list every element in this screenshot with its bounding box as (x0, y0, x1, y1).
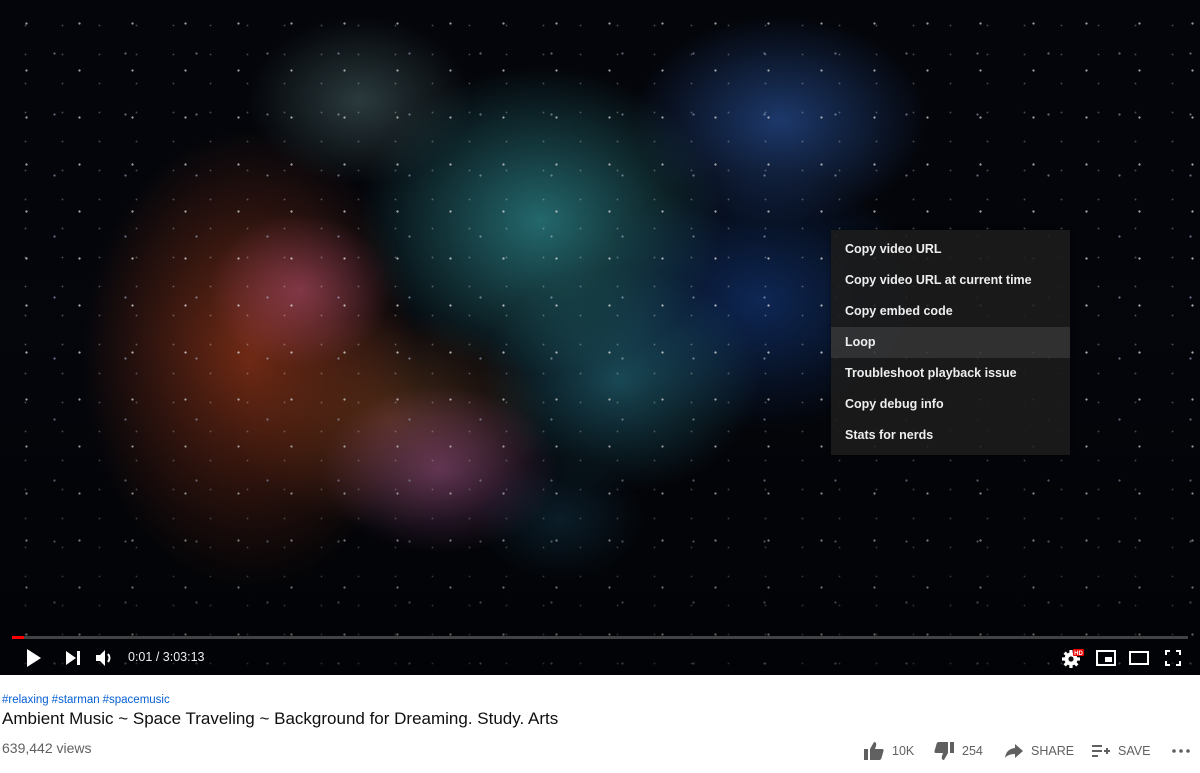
player-controls: 0:01 / 3:03:13 HD (0, 642, 1200, 674)
thumbs-up-icon (864, 742, 884, 760)
hashtag-list: #relaxing #starman #spacemusic (2, 694, 173, 706)
settings-icon: HD (1062, 649, 1084, 668)
player-context-menu: Copy video URL Copy video URL at current… (831, 230, 1070, 455)
more-actions-button[interactable] (1172, 741, 1190, 761)
view-count: 639,442 views (2, 740, 92, 756)
share-button[interactable]: SHARE (1005, 741, 1074, 761)
theater-mode-icon (1129, 651, 1149, 665)
play-icon (27, 649, 41, 667)
menu-item-copy-embed-code[interactable]: Copy embed code (831, 296, 1070, 327)
mute-button[interactable] (92, 642, 118, 674)
share-label: SHARE (1031, 744, 1075, 758)
volume-icon (96, 650, 111, 666)
time-display: 0:01 / 3:03:13 (128, 642, 204, 674)
hd-badge: HD (1074, 651, 1083, 657)
settings-button[interactable]: HD (1060, 642, 1086, 674)
progress-bar[interactable] (12, 636, 1188, 639)
duration: 3:03:13 (162, 650, 205, 664)
video-info: #relaxing #starman #spacemusic Ambient Mus… (0, 675, 1200, 773)
playlist-add-icon (1092, 745, 1110, 757)
hashtag-link[interactable]: #relaxing (2, 694, 49, 706)
menu-item-loop[interactable]: Loop (831, 327, 1070, 358)
hashtag-link[interactable]: #spacemusic (103, 694, 170, 706)
save-button[interactable]: SAVE (1092, 741, 1150, 761)
current-time: 0:01 (128, 650, 153, 664)
miniplayer-button[interactable] (1093, 642, 1119, 674)
thumbs-down-icon (934, 742, 954, 760)
play-button[interactable] (20, 642, 48, 674)
menu-item-stats-for-nerds[interactable]: Stats for nerds (831, 420, 1070, 451)
menu-item-copy-video-url-at-time[interactable]: Copy video URL at current time (831, 265, 1070, 296)
dislike-count: 254 (962, 744, 983, 758)
hashtag-link[interactable]: #starman (52, 694, 100, 706)
share-arrow-icon (1005, 744, 1023, 758)
fullscreen-button[interactable] (1160, 642, 1186, 674)
next-icon (66, 651, 80, 665)
dislike-button[interactable]: 254 (934, 741, 983, 761)
menu-item-troubleshoot-playback[interactable]: Troubleshoot playback issue (831, 358, 1070, 389)
progress-bar-played (12, 636, 24, 639)
next-button[interactable] (60, 642, 86, 674)
theater-mode-button[interactable] (1126, 642, 1152, 674)
video-player[interactable]: Copy video URL Copy video URL at current… (0, 0, 1200, 675)
time-separator: / (152, 650, 163, 664)
video-title: Ambient Music ~ Space Traveling ~ Backgr… (2, 709, 559, 728)
fullscreen-icon (1165, 650, 1181, 666)
like-count: 10K (892, 744, 915, 758)
more-horizontal-icon (1172, 749, 1190, 753)
save-label: SAVE (1118, 744, 1151, 758)
menu-item-copy-debug-info[interactable]: Copy debug info (831, 389, 1070, 420)
miniplayer-icon (1096, 650, 1116, 666)
menu-item-copy-video-url[interactable]: Copy video URL (831, 234, 1070, 265)
like-button[interactable]: 10K (864, 741, 914, 761)
